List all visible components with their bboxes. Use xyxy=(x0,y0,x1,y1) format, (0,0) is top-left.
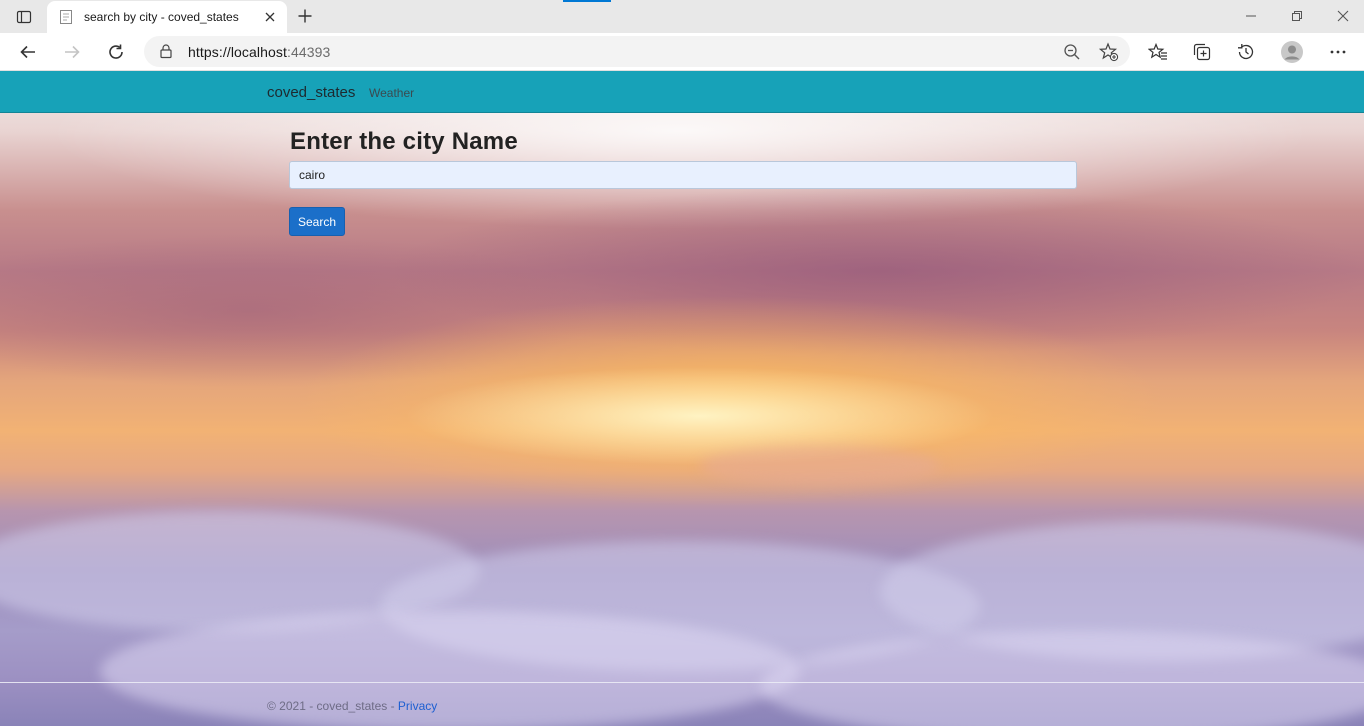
site-navbar: coved_states Weather xyxy=(0,71,1364,113)
cloud-decoration xyxy=(100,611,800,726)
tab-title: search by city - coved_states xyxy=(84,10,239,24)
site-brand[interactable]: coved_states xyxy=(267,84,355,101)
active-tab[interactable]: search by city - coved_states xyxy=(47,1,287,33)
search-button[interactable]: Search xyxy=(289,207,345,236)
close-tab-icon[interactable] xyxy=(261,8,279,26)
page-favicon-icon xyxy=(58,9,74,25)
close-window-icon[interactable] xyxy=(1331,4,1355,28)
forward-icon[interactable] xyxy=(58,38,86,66)
more-icon[interactable] xyxy=(1324,38,1352,66)
minimize-icon[interactable] xyxy=(1239,4,1263,28)
url-port: :44393 xyxy=(286,44,331,60)
add-favorite-icon[interactable] xyxy=(1098,42,1119,62)
browser-toolbar: https://localhost:44393 xyxy=(0,33,1364,71)
page-footer: © 2021 - coved_states - Privacy xyxy=(267,699,437,713)
favorites-icon[interactable] xyxy=(1144,38,1172,66)
cloud-decoration xyxy=(700,446,940,486)
browser-title-bar: search by city - coved_states xyxy=(0,0,1364,33)
address-bar[interactable]: https://localhost:44393 xyxy=(144,36,1130,67)
tab-actions-icon[interactable] xyxy=(8,4,40,30)
nav-link-weather[interactable]: Weather xyxy=(369,86,414,100)
url-host: https://localhost xyxy=(188,44,287,60)
restore-icon[interactable] xyxy=(1285,4,1309,28)
back-icon[interactable] xyxy=(14,38,42,66)
collections-icon[interactable] xyxy=(1188,38,1216,66)
refresh-icon[interactable] xyxy=(102,38,130,66)
title-bar-accent xyxy=(563,0,611,2)
zoom-icon[interactable] xyxy=(1062,42,1082,62)
lock-icon[interactable] xyxy=(158,43,174,59)
footer-divider xyxy=(0,682,1364,683)
url-text: https://localhost:44393 xyxy=(188,44,330,60)
new-tab-icon[interactable] xyxy=(293,4,317,28)
page-background: coved_states Weather Enter the city Name… xyxy=(0,71,1364,726)
history-icon[interactable] xyxy=(1232,38,1260,66)
footer-copyright: © 2021 - coved_states - xyxy=(267,699,398,713)
profile-avatar-icon[interactable] xyxy=(1278,38,1306,66)
city-search-input[interactable] xyxy=(289,161,1077,189)
privacy-link[interactable]: Privacy xyxy=(398,699,437,713)
page-heading: Enter the city Name xyxy=(290,128,518,155)
